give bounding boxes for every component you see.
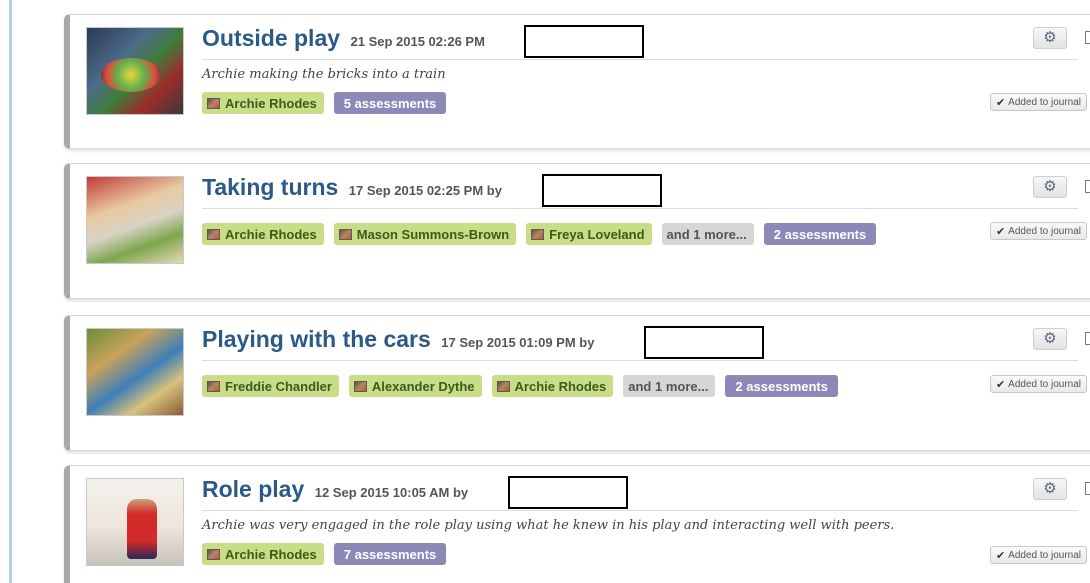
tag-list: Freddie Chandler Alexander Dythe Archie … xyxy=(202,375,838,397)
observation-header: Outside play 21 Sep 2015 02:26 PM xyxy=(202,25,1078,60)
tag-list: Archie Rhodes 5 assessments xyxy=(202,92,447,114)
journal-label: Added to journal xyxy=(1008,549,1081,561)
observation-title[interactable]: Taking turns xyxy=(202,174,338,200)
check-icon: ✔ xyxy=(995,378,1006,391)
select-checkbox[interactable] xyxy=(1085,180,1090,193)
child-photo-icon xyxy=(338,228,352,240)
select-checkbox[interactable] xyxy=(1085,31,1090,44)
select-checkbox[interactable] xyxy=(1085,332,1090,345)
select-checkbox[interactable] xyxy=(1085,482,1090,495)
assessments-tag[interactable]: 5 assessments xyxy=(333,92,447,114)
observation-date: 17 Sep 2015 01:09 PM by xyxy=(441,335,595,350)
journal-label: Added to journal xyxy=(1008,378,1081,390)
observation-photo[interactable] xyxy=(86,328,184,416)
child-name: Archie Rhodes xyxy=(225,226,317,242)
gear-icon: ⚙ xyxy=(1043,178,1057,195)
more-children-tag[interactable]: and 1 more... xyxy=(661,223,754,245)
child-name: Archie Rhodes xyxy=(225,95,317,111)
assessments-tag[interactable]: 2 assessments xyxy=(763,223,877,245)
child-tag[interactable]: Freya Loveland xyxy=(526,223,652,245)
more-children-tag[interactable]: and 1 more... xyxy=(623,375,716,397)
child-name: Archie Rhodes xyxy=(514,378,607,394)
observation-description: Archie making the bricks into a train xyxy=(202,67,446,82)
child-photo-icon xyxy=(496,380,510,392)
child-photo-icon xyxy=(207,548,220,560)
child-name: Freddie Chandler xyxy=(225,378,332,394)
child-name: Archie Rhodes xyxy=(225,546,317,562)
observation-card[interactable]: Outside play 21 Sep 2015 02:26 PM ⚙ Arch… xyxy=(64,14,1090,149)
check-icon: ✔ xyxy=(995,549,1006,562)
child-tag[interactable]: Archie Rhodes xyxy=(491,375,614,397)
observation-photo[interactable] xyxy=(86,176,184,264)
tag-list: Archie Rhodes 7 assessments xyxy=(202,543,447,565)
settings-button[interactable]: ⚙ xyxy=(1033,328,1067,350)
observation-header: Playing with the cars 17 Sep 2015 01:09 … xyxy=(202,326,1078,361)
child-name: Freya Loveland xyxy=(549,226,645,242)
left-divider xyxy=(9,0,12,583)
settings-button[interactable]: ⚙ xyxy=(1033,478,1067,500)
child-tag[interactable]: Archie Rhodes xyxy=(202,223,324,245)
added-to-journal-button[interactable]: ✔ Added to journal xyxy=(989,93,1087,111)
observation-date: 17 Sep 2015 02:25 PM by xyxy=(348,183,502,198)
observation-header: Role play 12 Sep 2015 10:05 AM by xyxy=(202,476,1078,511)
child-name: Mason Summons-Brown xyxy=(356,226,510,242)
redacted-author xyxy=(542,174,662,207)
added-to-journal-button[interactable]: ✔ Added to journal xyxy=(989,375,1087,393)
observation-title[interactable]: Outside play xyxy=(202,25,340,51)
tag-list: Archie Rhodes Mason Summons-Brown Freya … xyxy=(202,223,877,245)
observation-photo[interactable] xyxy=(86,27,184,115)
child-photo-icon xyxy=(531,228,545,240)
observation-date: 12 Sep 2015 10:05 AM by xyxy=(314,485,469,500)
gear-icon: ⚙ xyxy=(1043,330,1057,347)
child-tag[interactable]: Freddie Chandler xyxy=(202,375,339,397)
child-tag[interactable]: Archie Rhodes xyxy=(202,543,324,565)
gear-icon: ⚙ xyxy=(1043,480,1057,497)
child-tag[interactable]: Archie Rhodes xyxy=(202,92,324,114)
observation-card[interactable]: Playing with the cars 17 Sep 2015 01:09 … xyxy=(64,315,1090,451)
redacted-author xyxy=(508,476,628,509)
observation-card[interactable]: Taking turns 17 Sep 2015 02:25 PM by ⚙ A… xyxy=(64,163,1090,299)
settings-button[interactable]: ⚙ xyxy=(1033,27,1067,49)
child-photo-icon xyxy=(207,97,220,109)
observation-date: 21 Sep 2015 02:26 PM xyxy=(350,34,485,49)
child-photo-icon xyxy=(353,380,367,392)
observation-description: Archie was very engaged in the role play… xyxy=(202,518,895,533)
assessments-tag[interactable]: 2 assessments xyxy=(725,375,838,397)
observation-card[interactable]: Role play 12 Sep 2015 10:05 AM by ⚙ Arch… xyxy=(64,465,1090,583)
child-tag[interactable]: Alexander Dythe xyxy=(348,375,482,397)
redacted-author xyxy=(644,326,764,359)
added-to-journal-button[interactable]: ✔ Added to journal xyxy=(989,546,1087,564)
observation-header: Taking turns 17 Sep 2015 02:25 PM by xyxy=(202,174,1078,209)
child-photo-icon xyxy=(207,380,220,392)
check-icon: ✔ xyxy=(995,96,1006,109)
child-name: Alexander Dythe xyxy=(371,378,475,394)
observation-title[interactable]: Role play xyxy=(202,476,304,502)
child-photo-icon xyxy=(207,228,220,240)
journal-label: Added to journal xyxy=(1008,96,1081,108)
journal-label: Added to journal xyxy=(1008,225,1081,237)
redacted-author xyxy=(524,25,644,58)
gear-icon: ⚙ xyxy=(1043,29,1057,46)
assessments-tag[interactable]: 7 assessments xyxy=(333,543,447,565)
child-tag[interactable]: Mason Summons-Brown xyxy=(333,223,517,245)
added-to-journal-button[interactable]: ✔ Added to journal xyxy=(989,222,1087,240)
observations-page: Outside play 21 Sep 2015 02:26 PM ⚙ Arch… xyxy=(0,0,1090,583)
settings-button[interactable]: ⚙ xyxy=(1033,176,1067,198)
observation-photo[interactable] xyxy=(86,478,184,566)
check-icon: ✔ xyxy=(995,225,1006,238)
observation-title[interactable]: Playing with the cars xyxy=(202,326,431,352)
